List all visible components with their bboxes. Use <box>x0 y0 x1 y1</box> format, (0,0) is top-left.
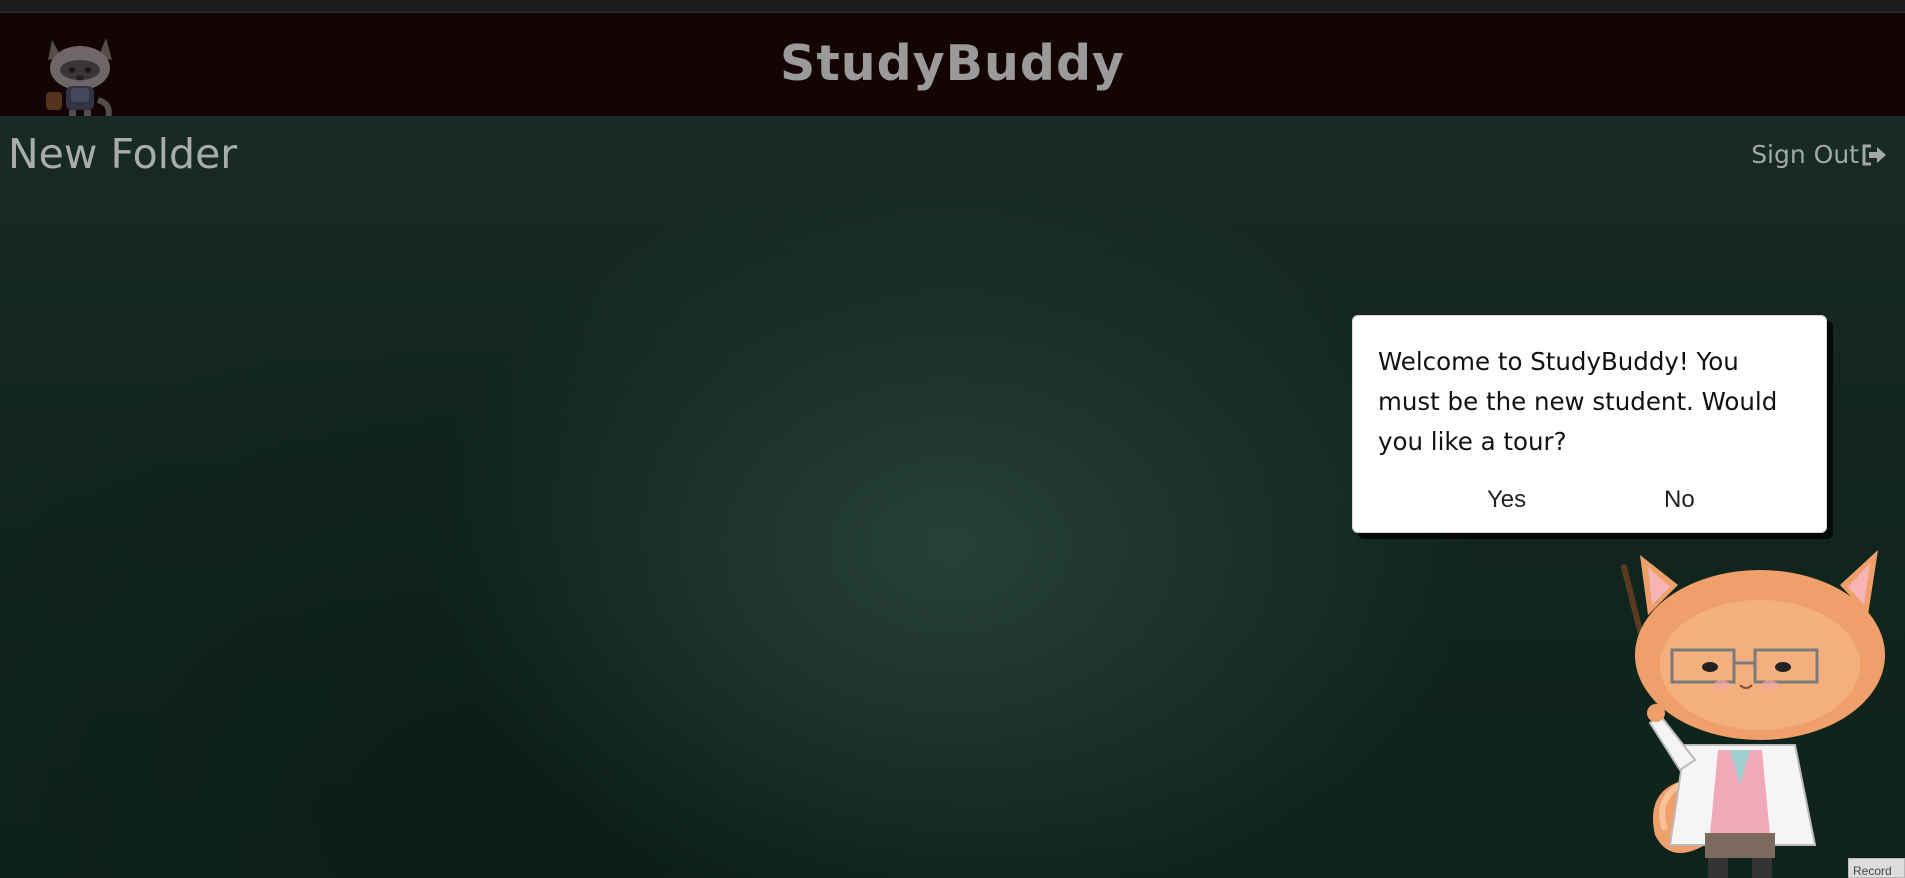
tour-dialog: Welcome to StudyBuddy! You must be the n… <box>1352 315 1827 533</box>
sign-out-button[interactable]: Sign Out <box>1751 140 1887 169</box>
tour-yes-button[interactable]: Yes <box>1483 486 1530 514</box>
sign-out-label: Sign Out <box>1751 140 1859 169</box>
folder-title: New Folder <box>8 130 238 178</box>
sign-out-icon <box>1861 144 1887 166</box>
raccoon-logo-icon[interactable] <box>40 30 120 130</box>
record-tag[interactable]: Record <box>1848 858 1905 878</box>
tour-dialog-message: Welcome to StudyBuddy! You must be the n… <box>1378 347 1778 456</box>
tour-dialog-actions: Yes No <box>1353 486 1826 526</box>
app-header: StudyBuddy <box>0 13 1905 116</box>
cat-teacher-mascot-icon <box>1600 545 1890 878</box>
app-title: StudyBuddy <box>780 35 1125 92</box>
tour-no-button[interactable]: No <box>1660 486 1699 514</box>
browser-top-strip <box>0 0 1905 13</box>
